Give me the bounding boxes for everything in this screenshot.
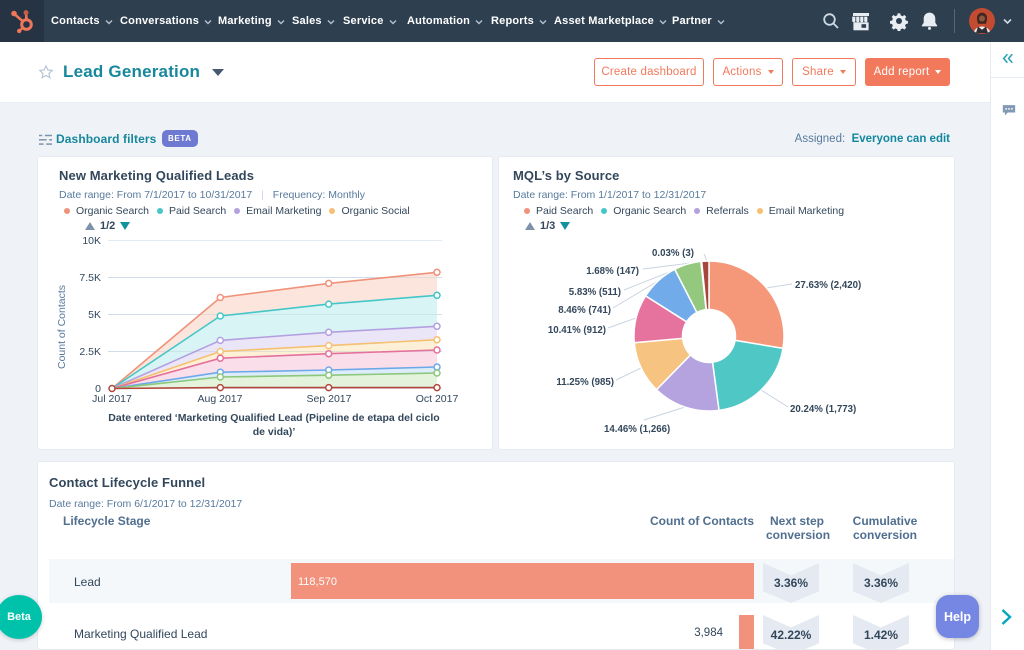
svg-text:5K: 5K <box>88 309 101 321</box>
svg-text:11.25% (985): 11.25% (985) <box>556 377 614 388</box>
svg-text:8.46% (741): 8.46% (741) <box>558 305 611 316</box>
svg-text:14.46% (1,266): 14.46% (1,266) <box>604 424 670 435</box>
svg-text:Count of Contacts: Count of Contacts <box>56 285 68 369</box>
svg-text:7.5K: 7.5K <box>79 272 101 284</box>
svg-text:27.63% (2,420): 27.63% (2,420) <box>795 280 861 291</box>
svg-text:5.83% (511): 5.83% (511) <box>569 287 621 298</box>
svg-text:1.68% (147): 1.68% (147) <box>586 266 639 277</box>
svg-text:10K: 10K <box>82 235 101 247</box>
svg-text:Sep 2017: Sep 2017 <box>307 393 352 405</box>
svg-text:Oct 2017: Oct 2017 <box>416 393 459 405</box>
svg-text:0.03% (3): 0.03% (3) <box>652 248 694 259</box>
svg-text:Jul 2017: Jul 2017 <box>92 393 132 405</box>
svg-text:Aug 2017: Aug 2017 <box>198 393 243 405</box>
svg-text:20.24% (1,773): 20.24% (1,773) <box>790 404 856 415</box>
svg-text:2.5K: 2.5K <box>79 346 101 358</box>
svg-text:10.41% (912): 10.41% (912) <box>548 325 606 336</box>
